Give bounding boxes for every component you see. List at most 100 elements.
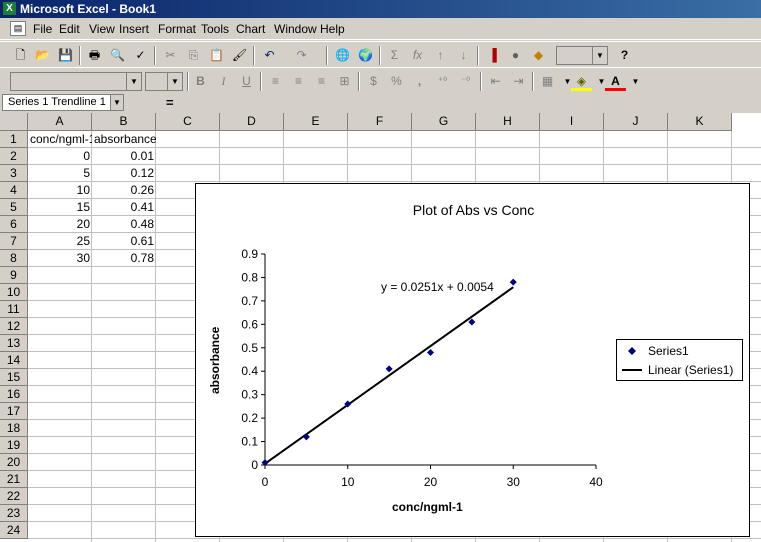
column-header-f[interactable]: F [348, 113, 412, 131]
excel-app-icon[interactable]: X [3, 2, 16, 15]
column-header-k[interactable]: K [668, 113, 732, 131]
cell-a2[interactable]: 0 [28, 148, 92, 165]
column-header-h[interactable]: H [476, 113, 540, 131]
chevron-down-icon[interactable]: ▼ [126, 73, 141, 90]
row-header-22[interactable]: 22 [0, 488, 28, 505]
row-header-13[interactable]: 13 [0, 335, 28, 352]
select-all-corner[interactable] [0, 113, 28, 131]
column-header-c[interactable]: C [156, 113, 220, 131]
row-header-20[interactable]: 20 [0, 454, 28, 471]
align-right-icon[interactable]: ≡ [311, 72, 332, 91]
formula-equals-label[interactable]: = [166, 95, 174, 110]
cell-b7[interactable]: 0.61 [92, 233, 156, 250]
align-left-icon[interactable]: ≡ [265, 72, 286, 91]
column-header-g[interactable]: G [412, 113, 476, 131]
row-header-12[interactable]: 12 [0, 318, 28, 335]
row-header-5[interactable]: 5 [0, 199, 28, 216]
chart-legend[interactable]: Series1 Linear (Series1) [616, 339, 743, 381]
borders-icon[interactable]: ▦ [537, 72, 558, 91]
row-header-4[interactable]: 4 [0, 182, 28, 199]
row-header-16[interactable]: 16 [0, 386, 28, 403]
help-icon[interactable]: ? [614, 46, 635, 65]
row-header-14[interactable]: 14 [0, 352, 28, 369]
row-header-9[interactable]: 9 [0, 267, 28, 284]
column-header-e[interactable]: E [284, 113, 348, 131]
row-header-6[interactable]: 6 [0, 216, 28, 233]
column-header-i[interactable]: I [540, 113, 604, 131]
row-header-2[interactable]: 2 [0, 148, 28, 165]
cell-a4[interactable]: 10 [28, 182, 92, 199]
cell-a3[interactable]: 5 [28, 165, 92, 182]
cell-a8[interactable]: 30 [28, 250, 92, 267]
font-size-combo[interactable]: ▼ [145, 72, 183, 91]
x-axis-title[interactable]: conc/ngml-1 [392, 500, 463, 514]
menu-edit[interactable]: Edit [59, 22, 80, 36]
font-color-icon[interactable]: A [605, 72, 626, 91]
name-box[interactable]: Series 1 Trendline 1 ▼ [2, 94, 124, 111]
sort-ascending-icon[interactable]: ↑ [430, 46, 451, 65]
undo-icon[interactable]: ↶ [259, 46, 280, 65]
paste-function-icon[interactable]: fx [407, 46, 428, 65]
open-icon[interactable]: 📂 [32, 46, 53, 65]
chart-area[interactable]: Plot of Abs vs Conc 0 0.1 0.2 0.3 0.4 0.5 0.6 0… [195, 183, 750, 537]
row-header-21[interactable]: 21 [0, 471, 28, 488]
fill-color-icon[interactable]: ◈ [571, 72, 592, 91]
row-header-15[interactable]: 15 [0, 369, 28, 386]
percent-icon[interactable]: % [386, 72, 407, 91]
chevron-down-icon[interactable]: ▼ [592, 47, 607, 64]
map-icon[interactable]: ● [505, 46, 526, 65]
y-axis-title[interactable]: absorbance [208, 327, 222, 394]
cell-a7[interactable]: 25 [28, 233, 92, 250]
menu-view[interactable]: View [89, 22, 115, 36]
row-header-8[interactable]: 8 [0, 250, 28, 267]
cell-b2[interactable]: 0.01 [92, 148, 156, 165]
cell-b8[interactable]: 0.78 [92, 250, 156, 267]
spelling-icon[interactable]: ✓ [130, 46, 151, 65]
cell-a5[interactable]: 15 [28, 199, 92, 216]
redo-icon[interactable]: ↷ [291, 46, 312, 65]
row-header-3[interactable]: 3 [0, 165, 28, 182]
zoom-combo[interactable]: ▼ [556, 46, 608, 65]
cell-b6[interactable]: 0.48 [92, 216, 156, 233]
menu-file[interactable]: File [33, 22, 52, 36]
cell-a6[interactable]: 20 [28, 216, 92, 233]
row-header-19[interactable]: 19 [0, 437, 28, 454]
column-header-a[interactable]: A [28, 113, 92, 131]
bold-icon[interactable]: B [190, 72, 211, 91]
align-center-icon[interactable]: ≡ [288, 72, 309, 91]
row-header-11[interactable]: 11 [0, 301, 28, 318]
underline-icon[interactable]: U [236, 72, 257, 91]
menu-insert[interactable]: Insert [119, 22, 149, 36]
menu-help[interactable]: Help [320, 22, 345, 36]
increase-decimal-icon[interactable]: ⁺⁰ [432, 72, 453, 91]
row-header-10[interactable]: 10 [0, 284, 28, 301]
chevron-down-icon[interactable]: ▼ [625, 72, 646, 91]
menu-chart[interactable]: Chart [236, 22, 265, 36]
sort-descending-icon[interactable]: ↓ [453, 46, 474, 65]
column-header-b[interactable]: B [92, 113, 156, 131]
menu-window[interactable]: Window [274, 22, 317, 36]
autosum-icon[interactable]: Σ [384, 46, 405, 65]
row-header-17[interactable]: 17 [0, 403, 28, 420]
increase-indent-icon[interactable]: ⇥ [508, 72, 529, 91]
paste-icon[interactable]: 📋 [206, 46, 227, 65]
column-header-j[interactable]: J [604, 113, 668, 131]
menu-tools[interactable]: Tools [201, 22, 229, 36]
row-header-7[interactable]: 7 [0, 233, 28, 250]
decrease-indent-icon[interactable]: ⇤ [485, 72, 506, 91]
web-toolbar-icon[interactable]: 🌍 [355, 46, 376, 65]
row-header-24[interactable]: 24 [0, 522, 28, 539]
comma-icon[interactable]: , [409, 72, 430, 91]
trendline-equation-label[interactable]: y = 0.0251x + 0.0054 [381, 280, 494, 294]
document-icon[interactable]: ▤ [10, 21, 26, 36]
cell-b3[interactable]: 0.12 [92, 165, 156, 182]
italic-icon[interactable]: I [213, 72, 234, 91]
row-header-18[interactable]: 18 [0, 420, 28, 437]
row-header-1[interactable]: 1 [0, 131, 28, 148]
format-painter-icon[interactable]: 🖌 [229, 46, 250, 65]
cell-b4[interactable]: 0.26 [92, 182, 156, 199]
chart-wizard-icon[interactable]: ▐ [482, 46, 503, 65]
menu-format[interactable]: Format [158, 22, 196, 36]
cell-b1[interactable]: absorbance [92, 131, 156, 148]
row-header-23[interactable]: 23 [0, 505, 28, 522]
